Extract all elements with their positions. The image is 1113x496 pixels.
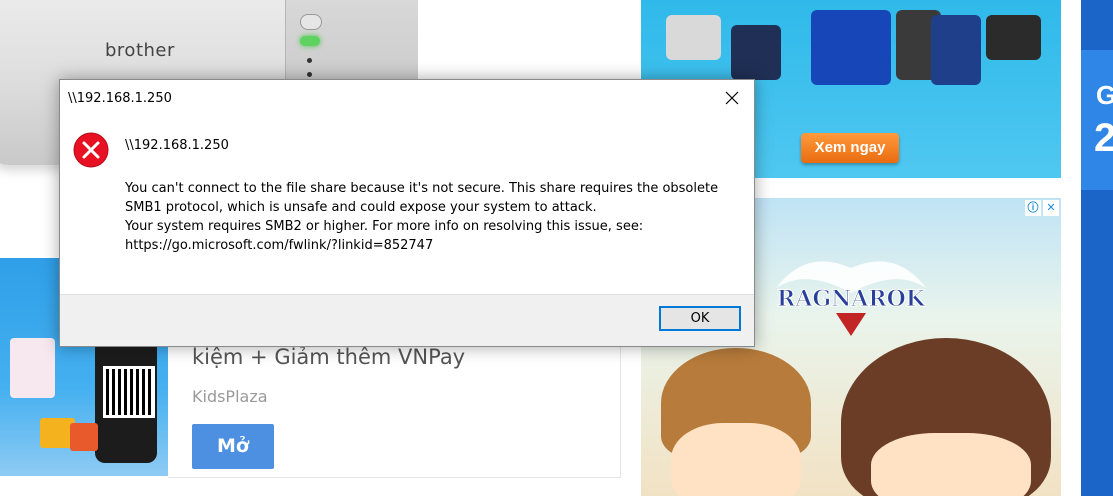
qr-code-graphic — [103, 366, 155, 418]
error-dialog: \\192.168.1.250 \\192.168.1.250 You can'… — [59, 79, 755, 347]
message-line: You can't connect to the file share beca… — [125, 181, 719, 196]
character-face-graphic — [671, 423, 801, 496]
printer-dot-graphic — [307, 58, 312, 63]
side-banner[interactable] — [1081, 0, 1113, 496]
ok-button[interactable]: OK — [659, 306, 741, 331]
close-icon — [725, 91, 739, 105]
product-package-graphic — [10, 338, 55, 398]
message-line: Your system requires SMB2 or higher. For… — [125, 219, 644, 234]
message-line: SMB1 protocol, which is unsafe and could… — [125, 200, 597, 215]
dialog-heading: \\192.168.1.250 — [125, 138, 229, 153]
pump-image — [811, 10, 891, 85]
close-button[interactable] — [710, 80, 754, 116]
close-icon[interactable]: ✕ — [1043, 200, 1059, 216]
svg-text:RAGNAROK: RAGNAROK — [777, 286, 926, 312]
pump-image — [931, 15, 981, 85]
ragnarok-logo: RAGNAROK — [776, 261, 926, 336]
error-icon — [73, 132, 109, 168]
side-banner-number: 2 — [1094, 116, 1113, 160]
shopping-bag-graphic — [70, 423, 98, 451]
pump-image — [986, 15, 1041, 60]
xem-ngay-button[interactable]: Xem ngay — [801, 133, 899, 163]
ad-choices[interactable]: ⓘ ✕ — [1025, 200, 1059, 216]
printer-brand-label: brother — [105, 40, 175, 61]
pump-image — [731, 25, 781, 80]
character-face-graphic — [871, 433, 1031, 496]
message-link: https://go.microsoft.com/fwlink/?linkid=… — [125, 238, 434, 253]
side-banner-text: G — [1096, 80, 1113, 110]
info-icon[interactable]: ⓘ — [1025, 200, 1041, 216]
dialog-footer: OK — [60, 294, 754, 346]
pump-image — [666, 15, 721, 60]
open-button[interactable]: Mở — [192, 424, 274, 469]
dialog-message: You can't connect to the file share beca… — [125, 179, 735, 255]
printer-dot-graphic — [307, 72, 312, 77]
printer-power-button-graphic — [300, 14, 322, 30]
ad-headline[interactable]: kiệm + Giảm thêm VNPay — [192, 345, 465, 369]
printer-led-graphic — [300, 36, 320, 46]
dialog-title: \\192.168.1.250 — [68, 91, 172, 106]
ad-source: KidsPlaza — [192, 387, 268, 406]
